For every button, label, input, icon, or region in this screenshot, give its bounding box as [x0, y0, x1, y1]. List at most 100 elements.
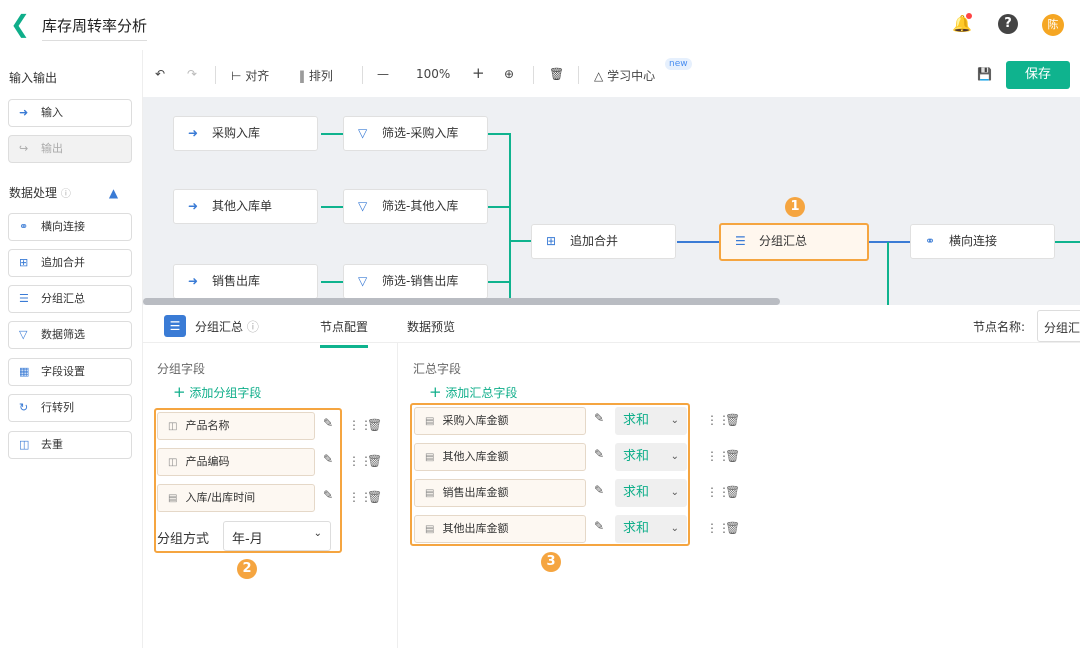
edge [869, 241, 910, 243]
field-icon: ▤ [425, 524, 435, 535]
group-mode-value: 年-月 [232, 532, 263, 547]
field-label: 其他入库金额 [442, 450, 509, 463]
flow-canvas[interactable]: ➜ 采购入库 ➜ 其他入库单 ➜ 销售出库 ▽ 筛选-采购入库 ▽ 筛选-其他入库 ▽ 筛选… [143, 97, 1080, 305]
item-label: 横向连接 [41, 220, 85, 233]
edge [321, 281, 343, 283]
node-name-input[interactable]: 分组汇总 [1037, 310, 1080, 342]
agg-field[interactable]: ▤ 其他出库金额 [414, 515, 586, 543]
warning-icon[interactable]: ▲ [109, 186, 118, 200]
help-icon[interactable]: ⓘ [247, 320, 259, 334]
zoom-in-icon[interactable]: + [472, 64, 485, 82]
save-button[interactable]: 保存 [1006, 61, 1070, 89]
node-label: 销售出库 [212, 274, 261, 288]
node-join[interactable]: ⚭ 横向连接 [910, 224, 1055, 259]
node-label: 筛选-其他入库 [382, 199, 459, 213]
edit-icon[interactable]: ✎ [594, 519, 604, 533]
locate-icon[interactable]: ⊕ [504, 67, 514, 81]
pivot-icon: ↻ [19, 401, 29, 414]
agg-function-select[interactable]: 求和 ⌄ [615, 515, 687, 543]
divider [533, 66, 534, 84]
edit-icon[interactable]: ✎ [323, 416, 333, 430]
agg-field[interactable]: ▤ 销售出库金额 [414, 479, 586, 507]
edit-icon[interactable]: ✎ [323, 452, 333, 466]
delete-icon[interactable]: 🗑 [367, 454, 382, 468]
node-label: 采购入库 [212, 126, 261, 140]
undo-icon[interactable]: ↶ [155, 67, 165, 81]
delete-icon[interactable]: 🗑 [725, 485, 740, 499]
group-fields-title: 分组字段 [157, 362, 206, 376]
field-icon: ▤ [425, 488, 435, 499]
help-icon[interactable]: ? [998, 14, 1018, 34]
agg-field[interactable]: ▤ 采购入库金额 [414, 407, 586, 435]
learning-center-button[interactable]: △ 学习中心 [594, 67, 655, 84]
calendar-icon: ▤ [168, 493, 178, 504]
chevron-down-icon: ⌄ [670, 451, 679, 462]
back-icon[interactable]: ❮ [10, 10, 30, 38]
group-field[interactable]: ◫ 产品名称 [157, 412, 315, 440]
agg-field[interactable]: ▤ 其他入库金额 [414, 443, 586, 471]
node-source[interactable]: ➜ 其他入库单 [173, 189, 318, 224]
edge [488, 206, 510, 208]
node-source[interactable]: ➜ 销售出库 [173, 264, 318, 299]
item-label: 行转列 [41, 401, 74, 414]
delete-icon[interactable]: 🗑 [725, 521, 740, 535]
link-icon: ⚭ [925, 234, 936, 248]
node-label: 分组汇总 [759, 234, 808, 248]
edit-icon[interactable]: ✎ [594, 447, 604, 461]
node-group-summary[interactable]: ☰ 分组汇总 [719, 223, 869, 261]
sidebar-item-pivot[interactable]: ↻ 行转列 [8, 394, 132, 422]
add-agg-field-button[interactable]: + 添加汇总字段 [429, 383, 517, 401]
save-draft-icon[interactable]: 💾 [977, 67, 992, 81]
node-merge[interactable]: ⊞ 追加合并 [531, 224, 676, 259]
merge-icon: ⊞ [546, 234, 557, 248]
zoom-out-icon[interactable]: — [377, 67, 389, 81]
item-label: 数据筛选 [41, 328, 85, 341]
align-button[interactable]: ⊢ 对齐 [231, 67, 269, 84]
help-icon[interactable]: ⓘ [61, 189, 71, 200]
field-icon: ▤ [425, 452, 435, 463]
add-group-field-button[interactable]: + 添加分组字段 [173, 383, 261, 401]
align-icon: ⊢ [231, 69, 242, 83]
sidebar-item-fields[interactable]: ▦ 字段设置 [8, 358, 132, 386]
edit-icon[interactable]: ✎ [594, 483, 604, 497]
tab-node-config[interactable]: 节点配置 [320, 318, 369, 348]
node-filter[interactable]: ▽ 筛选-采购入库 [343, 116, 488, 151]
sidebar-item-dedupe[interactable]: ◫ 去重 [8, 431, 132, 459]
sidebar-item-filter[interactable]: ▽ 数据筛选 [8, 321, 132, 349]
node-source[interactable]: ➜ 采购入库 [173, 116, 318, 151]
dedupe-icon: ◫ [19, 438, 30, 451]
sidebar-item-join[interactable]: ⚭ 横向连接 [8, 213, 132, 241]
agg-function-select[interactable]: 求和 ⌄ [615, 479, 687, 507]
group-field[interactable]: ▤ 入库/出库时间 [157, 484, 315, 512]
arrange-button[interactable]: ‖ 排列 [299, 67, 333, 84]
redo-icon[interactable]: ↷ [187, 67, 197, 81]
avatar[interactable]: 陈 [1042, 14, 1064, 36]
edge [321, 133, 343, 135]
delete-icon[interactable]: 🗑 [367, 490, 382, 504]
delete-icon[interactable]: 🗑 [549, 67, 564, 81]
sidebar-item-group[interactable]: ☰ 分组汇总 [8, 285, 132, 313]
output-button[interactable]: ↪ 输出 [8, 135, 132, 163]
group-mode-select[interactable]: 年-月 ⌄ [223, 521, 331, 551]
input-icon: ➜ [188, 274, 199, 288]
node-filter[interactable]: ▽ 筛选-销售出库 [343, 264, 488, 299]
filter-icon: ▽ [358, 126, 368, 140]
delete-icon[interactable]: 🗑 [367, 418, 382, 432]
input-button[interactable]: ➜ 输入 [8, 99, 132, 127]
item-label: 去重 [41, 438, 63, 451]
delete-icon[interactable]: 🗑 [725, 413, 740, 427]
agg-function-select[interactable]: 求和 ⌄ [615, 407, 687, 435]
sidebar-item-merge[interactable]: ⊞ 追加合并 [8, 249, 132, 277]
group-field[interactable]: ◫ 产品编码 [157, 448, 315, 476]
node-filter[interactable]: ▽ 筛选-其他入库 [343, 189, 488, 224]
merge-icon: ⊞ [19, 256, 29, 269]
io-section-title: 输入输出 [9, 71, 58, 85]
agg-function-select[interactable]: 求和 ⌄ [615, 443, 687, 471]
input-label: 输入 [41, 106, 63, 119]
delete-icon[interactable]: 🗑 [725, 449, 740, 463]
canvas-scrollbar[interactable] [143, 298, 780, 305]
edit-icon[interactable]: ✎ [594, 411, 604, 425]
list-icon: ☰ [164, 315, 186, 337]
tab-data-preview[interactable]: 数据预览 [407, 318, 455, 335]
edit-icon[interactable]: ✎ [323, 488, 333, 502]
